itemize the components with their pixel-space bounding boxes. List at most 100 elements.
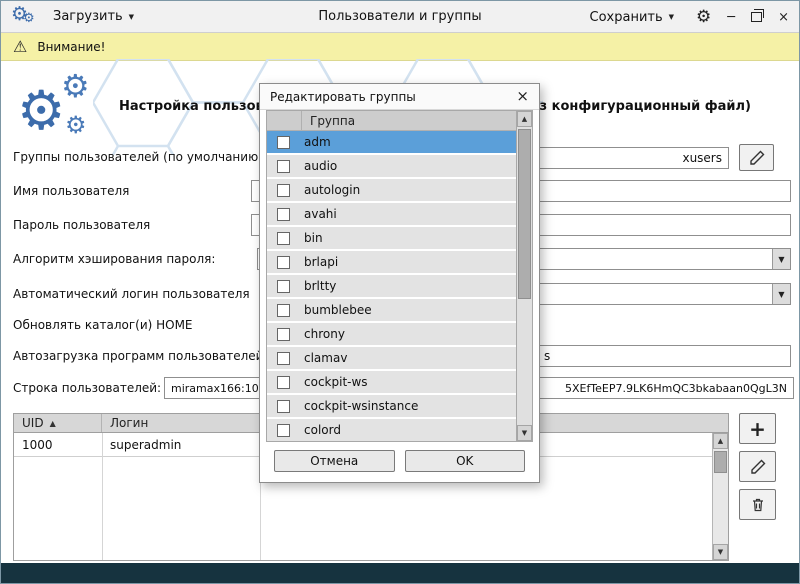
pencil-icon <box>750 459 766 475</box>
group-column-header[interactable]: Группа <box>301 111 355 130</box>
group-name: bin <box>304 231 323 245</box>
default-groups-value-tail: xusers <box>682 151 722 165</box>
delete-user-button[interactable] <box>739 489 776 520</box>
update-home-label: Обновлять каталог(и) HOME <box>13 318 193 332</box>
group-checkbox[interactable] <box>277 208 290 221</box>
group-checkbox[interactable] <box>277 184 290 197</box>
group-checkbox[interactable] <box>277 256 290 269</box>
group-list-item[interactable]: avahi <box>267 203 516 225</box>
scrollbar-thumb[interactable] <box>518 129 531 299</box>
group-list-item[interactable]: chrony <box>267 323 516 345</box>
group-checkbox[interactable] <box>277 376 290 389</box>
dialog-titlebar: Редактировать группы × <box>260 84 539 110</box>
minimize-button[interactable]: ─ <box>727 11 735 24</box>
hash-algorithm-label: Алгоритм хэширования пароля: <box>13 252 215 266</box>
column-separator <box>102 433 103 560</box>
toolbar: ⚙ ⚙ Загрузить ▼ Пользователи и группы Со… <box>1 1 799 33</box>
group-checkbox[interactable] <box>277 424 290 437</box>
group-checkbox[interactable] <box>277 400 290 413</box>
group-checkbox[interactable] <box>277 328 290 341</box>
group-name: colord <box>304 423 341 437</box>
sort-ascending-icon: ▲ <box>50 419 56 428</box>
column-header-login[interactable]: Логин <box>102 414 260 432</box>
dialog-scrollbar[interactable]: ▲ ▼ <box>516 111 532 441</box>
userline-value-right: 5XEfTeEP7.9LK6HmQC3bkabaan0QgL3N <box>565 382 787 395</box>
save-menu-label: Сохранить <box>590 10 663 25</box>
cancel-button[interactable]: Отмена <box>274 450 395 472</box>
group-name: adm <box>304 135 331 149</box>
dialog-close-button[interactable]: × <box>516 89 529 104</box>
scroll-up-icon[interactable]: ▲ <box>517 111 532 127</box>
group-name: audio <box>304 159 337 173</box>
autostart-label: Автозагрузка программ пользователей <box>13 349 263 363</box>
password-label: Пароль пользователя <box>13 218 150 232</box>
add-user-button[interactable]: + <box>739 413 776 444</box>
gear-icon: ⚙ <box>17 79 65 142</box>
groups-list: Группа adm audio autologin avahi bin <box>266 110 533 442</box>
group-list-item[interactable]: brltty <box>267 275 516 297</box>
app-logo-gears-icon: ⚙ ⚙ ⚙ <box>17 71 109 147</box>
chevron-down-icon[interactable]: ▼ <box>772 284 790 304</box>
group-name: brltty <box>304 279 336 293</box>
group-name: bumblebee <box>304 303 372 317</box>
dialog-title: Редактировать группы <box>270 90 416 104</box>
group-list-item[interactable]: clamav <box>267 347 516 369</box>
chevron-down-icon[interactable]: ▼ <box>772 249 790 269</box>
group-list-item[interactable]: brlapi <box>267 251 516 273</box>
gear-icon: ⚙ <box>61 67 90 105</box>
group-list-item[interactable]: cockpit-ws <box>267 371 516 393</box>
group-list-item[interactable]: audio <box>267 155 516 177</box>
ok-button[interactable]: OK <box>405 450 526 472</box>
group-list-item[interactable]: bumblebee <box>267 299 516 321</box>
group-list-item[interactable]: bin <box>267 227 516 249</box>
edit-groups-dialog: Редактировать группы × Группа adm audio … <box>259 83 540 483</box>
maximize-button[interactable] <box>751 12 762 22</box>
trash-icon <box>750 497 766 513</box>
save-menu-button[interactable]: Сохранить ▼ <box>584 6 681 29</box>
group-name: chrony <box>304 327 345 341</box>
group-list-item[interactable]: adm <box>267 131 516 153</box>
group-list-item[interactable]: autologin <box>267 179 516 201</box>
group-name: clamav <box>304 351 347 365</box>
group-checkbox[interactable] <box>277 232 290 245</box>
group-name: cockpit-wsinstance <box>304 399 418 413</box>
group-name: avahi <box>304 207 337 221</box>
warning-icon: ⚠ <box>13 37 27 56</box>
plus-icon: + <box>749 419 766 439</box>
column-header-uid[interactable]: UID ▲ <box>14 414 102 432</box>
scrollbar-thumb[interactable] <box>714 451 727 473</box>
edit-default-groups-button[interactable] <box>739 144 774 171</box>
group-name: cockpit-ws <box>304 375 368 389</box>
userline-value-left: miramax166:10 <box>171 382 259 395</box>
scroll-up-icon[interactable]: ▲ <box>713 433 728 449</box>
cell-uid: 1000 <box>14 433 102 456</box>
warning-text: Внимание! <box>37 40 105 54</box>
scroll-down-icon[interactable]: ▼ <box>517 425 532 441</box>
gear-icon: ⚙ <box>65 111 87 139</box>
group-name: autologin <box>304 183 360 197</box>
group-checkbox[interactable] <box>277 352 290 365</box>
cell-login: superadmin <box>102 433 260 456</box>
settings-gear-icon[interactable]: ⚙ <box>696 7 711 27</box>
autologin-label: Автоматический логин пользователя <box>13 287 250 301</box>
group-list-item[interactable]: cockpit-wsinstance <box>267 395 516 417</box>
app-window: ⚙ ⚙ Загрузить ▼ Пользователи и группы Со… <box>0 0 800 584</box>
group-checkbox[interactable] <box>277 304 290 317</box>
userline-label: Строка пользователей: <box>13 381 161 395</box>
group-name: brlapi <box>304 255 338 269</box>
autostart-value-tail: s <box>544 349 550 363</box>
warning-banner: ⚠ Внимание! <box>1 33 799 61</box>
groups-list-header: Группа <box>267 111 516 131</box>
group-checkbox[interactable] <box>277 280 290 293</box>
default-groups-label: Группы пользователей (по умолчанию) <box>13 150 263 164</box>
scroll-down-icon[interactable]: ▼ <box>713 544 728 560</box>
table-scrollbar[interactable]: ▲ ▼ <box>712 433 728 560</box>
group-checkbox[interactable] <box>277 160 290 173</box>
pencil-icon <box>749 150 765 166</box>
username-label: Имя пользователя <box>13 184 129 198</box>
edit-user-button[interactable] <box>739 451 776 482</box>
group-list-item[interactable]: colord <box>267 419 516 441</box>
group-checkbox[interactable] <box>277 136 290 149</box>
status-bar <box>1 563 799 583</box>
close-window-button[interactable]: × <box>778 11 789 24</box>
